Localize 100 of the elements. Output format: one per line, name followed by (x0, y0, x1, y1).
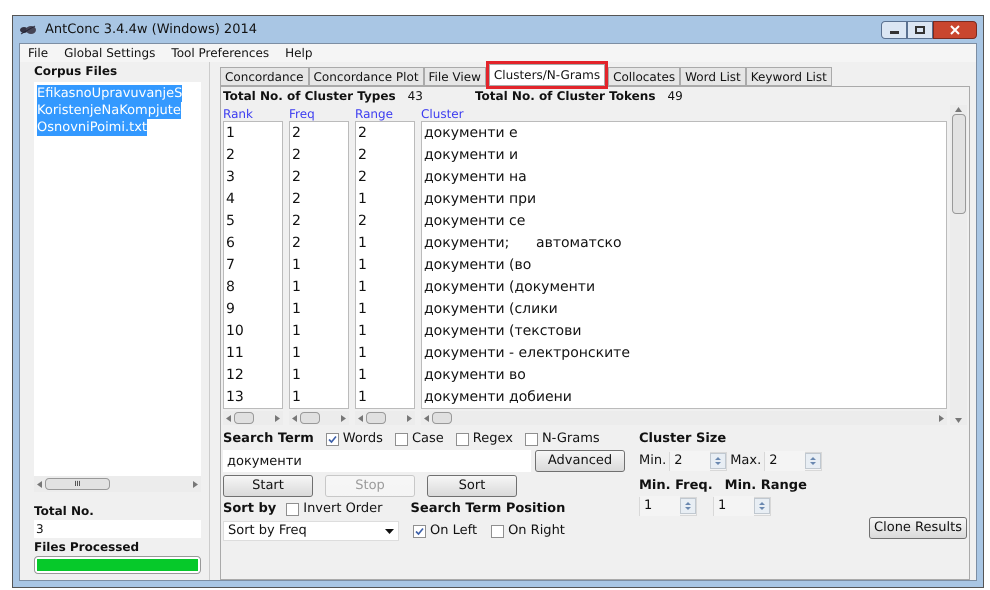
scroll-thumb[interactable] (300, 412, 320, 424)
table-cell-text: 2 (291, 190, 302, 209)
search-field[interactable]: документи (223, 450, 531, 472)
total-label: Total No. (34, 503, 95, 520)
table-cell-text: 1 (291, 278, 302, 297)
maximize-button[interactable] (907, 20, 933, 38)
table-cell-text: 2 (291, 168, 302, 187)
tab[interactable]: Collocates (608, 67, 680, 86)
scroll-thumb[interactable] (366, 412, 386, 424)
table-cell-text: 1 (291, 300, 302, 319)
minimize-button[interactable] (881, 20, 907, 38)
scroll-left-icon[interactable] (292, 414, 297, 422)
tab[interactable]: Keyword List (746, 67, 832, 86)
table-cell-text: документи во (423, 366, 527, 385)
table-cell-text: 1 (357, 256, 368, 275)
scroll-thumb[interactable] (952, 114, 966, 214)
action-button[interactable]: Start (223, 475, 313, 497)
spinner-arrows-icon[interactable] (805, 453, 822, 469)
scroll-down-icon[interactable] (955, 418, 962, 423)
table-cell-text: 2 (357, 146, 368, 165)
table-cell-text: 1 (357, 366, 368, 385)
column-header[interactable]: Freq (289, 105, 349, 121)
table-cell-text: документи при (423, 190, 538, 209)
table-cell-text: 1 (357, 300, 368, 319)
checkbox[interactable] (394, 432, 408, 446)
horizontal-scrollbar[interactable] (355, 411, 415, 425)
checkbox[interactable] (286, 502, 300, 516)
vertical-scrollbar[interactable] (950, 105, 967, 425)
cluster-tokens-label: Total No. of Cluster Tokens (474, 88, 656, 105)
tab[interactable]: Word List (680, 67, 746, 86)
table-cell-text: 1 (291, 388, 302, 407)
spinner-arrows-icon[interactable] (710, 453, 726, 469)
table-cell-text: документи се (423, 212, 526, 231)
scroll-right-icon[interactable] (341, 414, 346, 422)
close-button[interactable] (933, 20, 977, 38)
checkbox[interactable] (456, 432, 469, 446)
menu-item[interactable]: Tool Preferences (171, 44, 270, 62)
panel-title: Corpus Files (34, 63, 118, 80)
table-cell-text: документи (во (423, 256, 532, 275)
horizontal-scrollbar[interactable] (223, 411, 283, 425)
scroll-thumb[interactable] (234, 412, 254, 424)
table-cell-text: 2 (291, 234, 302, 253)
checkbox-label: On Right (508, 522, 565, 540)
cluster-size-label: Cluster Size (639, 430, 728, 448)
advanced-button[interactable]: Advanced (535, 450, 625, 472)
checkbox[interactable] (413, 524, 426, 538)
table-cell-text: 12 (225, 366, 245, 385)
checkbox-label: Words (342, 430, 383, 448)
tab[interactable]: Concordance Plot (308, 67, 424, 86)
scroll-right-icon[interactable] (407, 414, 412, 422)
horizontal-scrollbar[interactable] (421, 411, 947, 425)
checkmark-icon (415, 526, 424, 536)
checkbox[interactable] (326, 432, 339, 446)
checkbox[interactable] (491, 524, 504, 538)
horizontal-scrollbar[interactable] (289, 411, 349, 425)
checkbox-label: Case (412, 430, 444, 448)
menu-item[interactable]: Help (285, 44, 312, 62)
scroll-up-icon[interactable] (955, 107, 962, 112)
scroll-left-icon[interactable] (37, 480, 42, 488)
table-cell-text: документи - електронските (423, 344, 631, 363)
table-cell-text: 1 (357, 190, 368, 209)
table-cell-text: 1 (291, 322, 302, 341)
spinner-arrows-icon[interactable] (754, 498, 770, 514)
scroll-left-icon[interactable] (226, 414, 231, 422)
clone-results-button[interactable]: Clone Results (869, 517, 967, 539)
menu-item[interactable]: File (28, 44, 48, 62)
action-button[interactable]: Sort (427, 475, 517, 497)
tab[interactable]: Concordance (220, 67, 309, 86)
sort-dropdown[interactable]: Sort by Freq (223, 521, 399, 541)
tab[interactable]: Clusters/N-Grams (488, 64, 606, 86)
checkbox-label: Regex (472, 430, 513, 448)
table-cell-text: 1 (291, 256, 302, 275)
column-header[interactable]: Range (355, 105, 415, 121)
menu-item[interactable]: Global Settings (64, 44, 156, 62)
scroll-right-icon[interactable] (275, 414, 280, 422)
checkmark-icon (328, 434, 337, 444)
scroll-left-icon[interactable] (424, 414, 429, 422)
sort-by-label: Sort by (223, 500, 276, 518)
total-value: 3 (34, 520, 201, 538)
column-header[interactable]: Cluster (421, 105, 947, 121)
scroll-right-icon[interactable] (193, 480, 198, 488)
cluster-types-label: Total No. of Cluster Types (223, 88, 396, 105)
number-field[interactable]: 1 (640, 496, 680, 516)
tab[interactable]: File View (424, 67, 486, 86)
spinner-arrows-icon[interactable] (680, 498, 696, 514)
number-field[interactable]: 2 (765, 451, 806, 471)
scroll-right-icon[interactable] (939, 414, 944, 422)
cluster-types-value: 43 (408, 88, 423, 105)
table-cell-text: 5 (225, 212, 236, 231)
dropdown-arrow-icon (385, 528, 394, 534)
number-field[interactable]: 2 (670, 451, 710, 471)
scroll-thumb[interactable] (432, 412, 452, 424)
scroll-left-icon[interactable] (358, 414, 363, 422)
checkbox[interactable] (524, 432, 538, 446)
table-cell-text: 3 (225, 168, 236, 187)
table-cell-text: 2 (357, 168, 368, 187)
checkbox-label: Invert Order (303, 500, 383, 518)
column-header[interactable]: Rank (223, 105, 283, 121)
cluster-tokens-value: 49 (667, 88, 683, 105)
number-field[interactable]: 1 (714, 496, 754, 516)
